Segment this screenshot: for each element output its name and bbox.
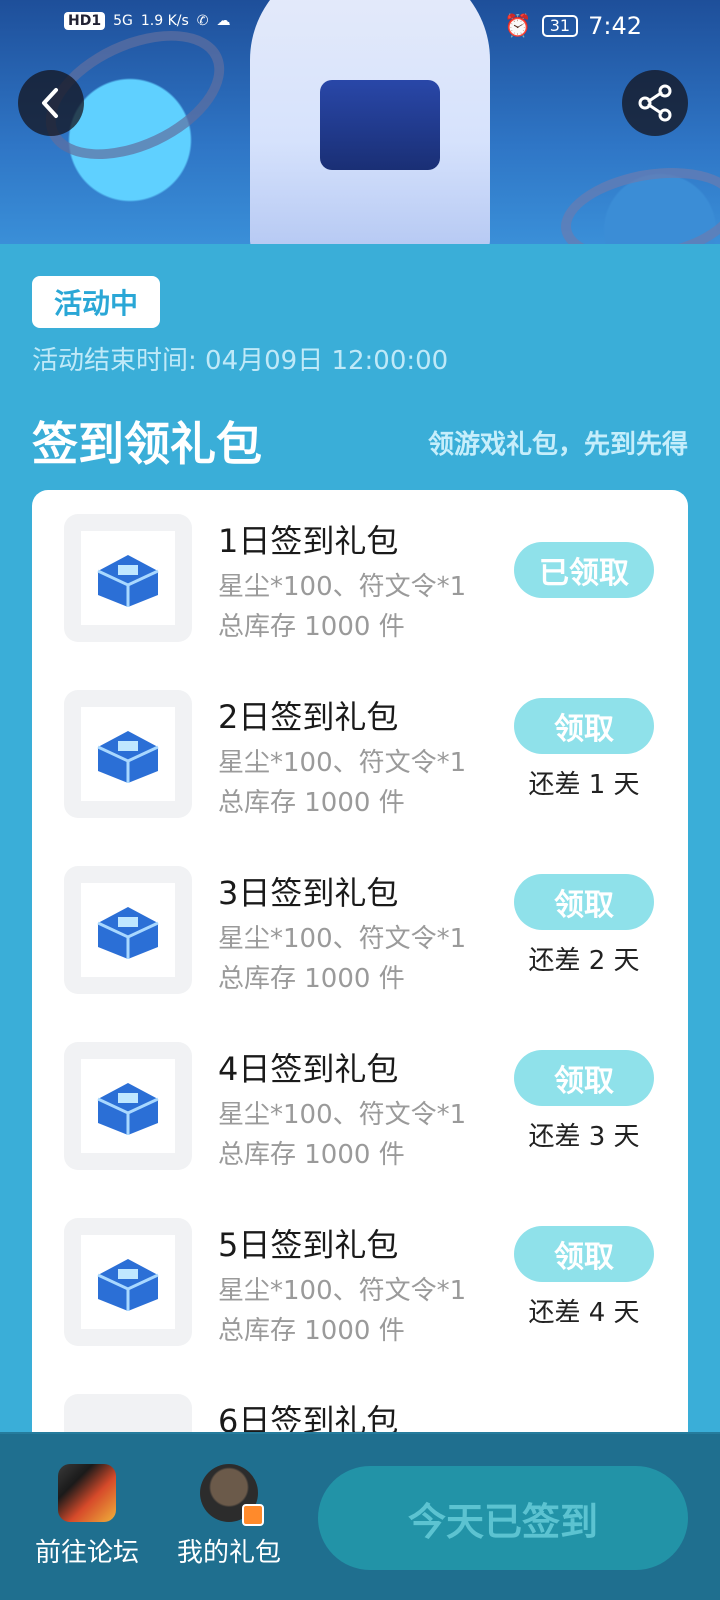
gift-thumbnail [64, 1042, 192, 1170]
claimed-button[interactable]: 已领取 [514, 542, 654, 598]
battery-indicator: 31 [541, 15, 579, 37]
gift-title: 3日签到礼包 [218, 874, 399, 912]
status-hd-chip: HD1 [64, 12, 106, 30]
gift-item: 5日签到礼包 星尘*100、符文令*1 总库存 1000 件 领取 还差 4 天 [32, 1194, 688, 1370]
gift-stock: 总库存 1000 件 [218, 964, 405, 994]
remaining-days: 还差 1 天 [528, 770, 640, 800]
claim-button[interactable]: 领取 [514, 698, 654, 754]
section-subtitle: 领游戏礼包，先到先得 [427, 430, 688, 460]
treasure-chest-icon [97, 555, 159, 607]
status-bar: HD1 5G 1.9 K/s ✆ ☁ ⏰ 31 7:42 [0, 10, 720, 40]
treasure-chest-icon [97, 907, 159, 959]
my-gifts-nav-button[interactable]: 我的礼包 [164, 1464, 294, 1569]
phone-icon: ✆ [196, 13, 209, 29]
gift-thumbnail [64, 514, 192, 642]
claim-button[interactable]: 领取 [514, 1226, 654, 1282]
claim-button[interactable]: 领取 [514, 874, 654, 930]
gift-thumbnail [64, 690, 192, 818]
treasure-chest-icon [97, 1083, 159, 1135]
gift-title: 2日签到礼包 [218, 698, 399, 736]
activity-status-badge: 活动中 [32, 276, 160, 328]
status-time: 7:42 [588, 12, 642, 40]
share-icon [638, 84, 672, 122]
gift-title: 4日签到礼包 [218, 1050, 399, 1088]
status-speed: 1.9 K/s [140, 13, 189, 29]
gift-item: 4日签到礼包 星尘*100、符文令*1 总库存 1000 件 领取 还差 3 天 [32, 1018, 688, 1194]
checkin-button[interactable]: 今天已签到 [318, 1466, 688, 1570]
gift-desc: 星尘*100、符文令*1 [218, 748, 467, 778]
status-left: HD1 5G 1.9 K/s ✆ ☁ [64, 12, 231, 30]
alarm-icon: ⏰ [504, 13, 532, 39]
gift-item: 2日签到礼包 星尘*100、符文令*1 总库存 1000 件 领取 还差 1 天 [32, 666, 688, 842]
banner-character-sash [320, 80, 440, 170]
forum-nav-button[interactable]: 前往论坛 [22, 1464, 152, 1569]
chevron-left-icon [42, 88, 58, 118]
remaining-days: 还差 4 天 [528, 1298, 640, 1328]
status-right: ⏰ 31 7:42 [504, 12, 642, 40]
gift-stock: 总库存 1000 件 [218, 612, 405, 642]
claim-button[interactable]: 领取 [514, 1050, 654, 1106]
gift-stock: 总库存 1000 件 [218, 1140, 405, 1170]
gift-stock: 总库存 1000 件 [218, 788, 405, 818]
gift-desc: 星尘*100、符文令*1 [218, 924, 467, 954]
gift-thumbnail [64, 866, 192, 994]
status-network: 5G [113, 13, 133, 29]
banner-ring-decoration [553, 155, 720, 244]
forum-label: 前往论坛 [34, 1538, 139, 1568]
activity-end-time: 活动结束时间: 04月09日 12:00:00 [32, 346, 449, 376]
gift-thumbnail [64, 1218, 192, 1346]
gift-item: 1日签到礼包 星尘*100、符文令*1 总库存 1000 件 已领取 [32, 490, 688, 666]
remaining-days: 还差 3 天 [528, 1122, 640, 1152]
my-gifts-label: 我的礼包 [176, 1538, 281, 1568]
cloud-icon: ☁ [216, 13, 231, 29]
gift-desc: 星尘*100、符文令*1 [218, 572, 467, 602]
gift-item: 3日签到礼包 星尘*100、符文令*1 总库存 1000 件 领取 还差 2 天 [32, 842, 688, 1018]
game-app-icon [58, 1464, 116, 1522]
share-button[interactable] [622, 70, 688, 136]
treasure-chest-icon [97, 731, 159, 783]
remaining-days: 还差 2 天 [528, 946, 640, 976]
gift-desc: 星尘*100、符文令*1 [218, 1276, 467, 1306]
gift-icon [242, 1504, 264, 1526]
section-title: 签到领礼包 [32, 417, 262, 471]
gift-stock: 总库存 1000 件 [218, 1316, 405, 1346]
gift-desc: 星尘*100、符文令*1 [218, 1100, 467, 1130]
user-avatar-icon [200, 1464, 264, 1526]
treasure-chest-icon [97, 1259, 159, 1311]
gift-title: 1日签到礼包 [218, 522, 399, 560]
gift-title: 5日签到礼包 [218, 1226, 399, 1264]
back-button[interactable] [18, 70, 84, 136]
